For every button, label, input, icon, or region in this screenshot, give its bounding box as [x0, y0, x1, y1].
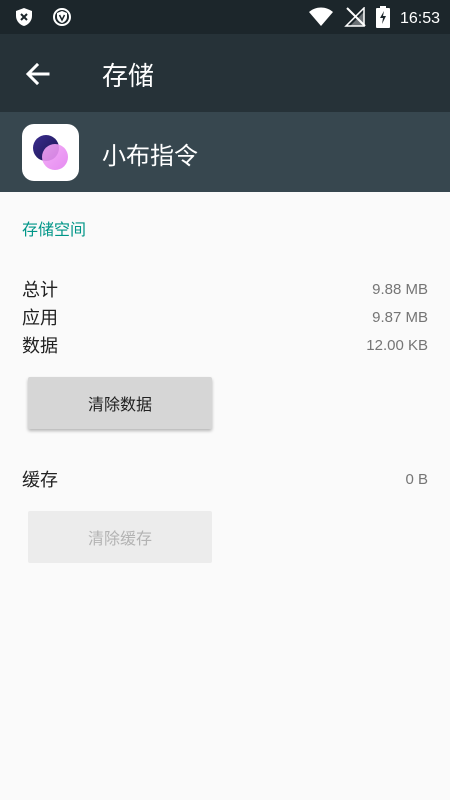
status-right-icons: 16:53: [308, 6, 440, 32]
page-title: 存储: [102, 62, 155, 92]
shield-v-icon: [52, 7, 72, 31]
row-label: 应用: [22, 308, 58, 329]
storage-row-app: 应用 9.87 MB: [22, 304, 428, 330]
row-value: 9.87 MB: [372, 308, 428, 326]
storage-row-data: 数据 12.00 KB: [22, 332, 428, 358]
shield-x-icon: [14, 7, 34, 31]
status-time: 16:53: [399, 10, 440, 27]
status-left-icons: [14, 7, 72, 31]
toolbar: 存储: [0, 34, 450, 112]
row-value: 12.00 KB: [366, 336, 428, 354]
row-label: 总计: [22, 280, 58, 301]
cache-row: 缓存 0 B: [22, 466, 428, 492]
clear-data-button[interactable]: 清除数据: [28, 377, 212, 429]
battery-charging-icon: [375, 6, 390, 32]
back-arrow-icon[interactable]: [22, 58, 54, 90]
no-signal-icon: [344, 6, 366, 31]
cache-label: 缓存: [22, 470, 58, 491]
cache-value: 0 B: [405, 470, 428, 488]
row-value: 9.88 MB: [372, 280, 428, 298]
storage-section-title: 存储空间: [22, 220, 87, 239]
storage-row-total: 总计 9.88 MB: [22, 276, 428, 302]
app-name: 小布指令: [102, 142, 198, 170]
status-bar: 16:53: [0, 0, 450, 34]
row-label: 数据: [22, 336, 58, 357]
app-header: 小布指令: [0, 112, 450, 192]
app-logo-icon: [22, 124, 79, 181]
clear-cache-button: 清除缓存: [28, 511, 212, 563]
wifi-icon: [308, 7, 334, 31]
